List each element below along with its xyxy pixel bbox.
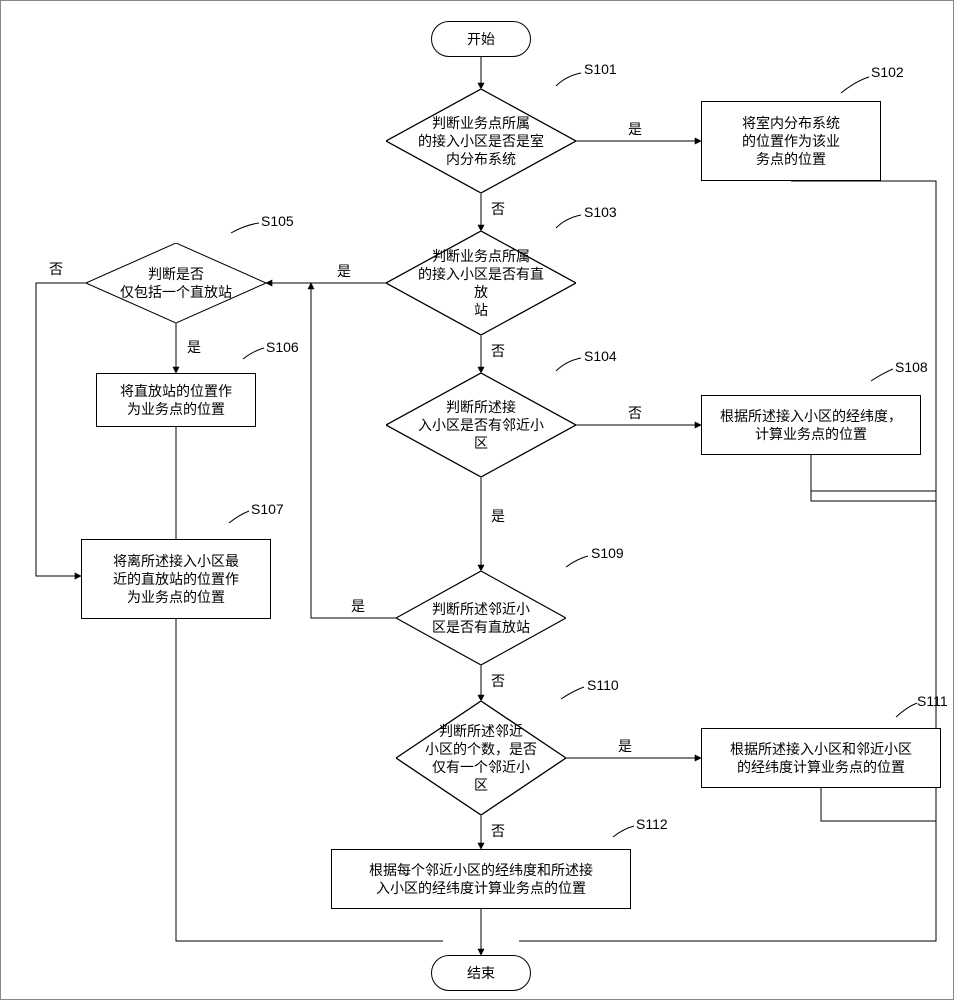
edge-no-s104: 否	[628, 403, 642, 423]
edge-yes-s105: 是	[187, 337, 201, 357]
start-terminal: 开始	[431, 21, 531, 57]
process-s102: 将室内分布系统 的位置作为该业 务点的位置	[701, 101, 881, 181]
process-s106-text: 将直放站的位置作 为业务点的位置	[120, 382, 232, 418]
decision-s109: 判断所述邻近小 区是否有直放站	[396, 571, 566, 665]
decision-s105: 判断是否 仅包括一个直放站	[86, 243, 266, 323]
edge-yes-s103: 是	[337, 261, 351, 281]
step-label-s112: S112	[636, 816, 668, 832]
decision-s101: 判断业务点所属 的接入小区是否是室 内分布系统	[386, 89, 576, 193]
step-label-s103: S103	[584, 204, 617, 220]
flowchart-canvas: 开始 判断业务点所属 的接入小区是否是室 内分布系统 S101 是 否 将室内分…	[0, 0, 954, 1000]
decision-s104-text: 判断所述接 入小区是否有邻近小区	[386, 392, 576, 459]
process-s112-text: 根据每个邻近小区的经纬度和所述接 入小区的经纬度计算业务点的位置	[369, 861, 593, 897]
edge-yes-s110: 是	[618, 736, 632, 756]
edge-no-s105: 否	[49, 259, 63, 279]
step-label-s104: S104	[584, 348, 617, 364]
edge-yes-s104: 是	[491, 506, 505, 526]
decision-s103: 判断业务点所属 的接入小区是否有直放 站	[386, 231, 576, 335]
step-label-s108: S108	[895, 359, 928, 375]
decision-s110-text: 判断所述邻近 小区的个数，是否 仅有一个邻近小 区	[399, 716, 563, 801]
step-label-s110: S110	[587, 677, 619, 693]
decision-s105-text: 判断是否 仅包括一个直放站	[94, 259, 258, 307]
decision-s104: 判断所述接 入小区是否有邻近小区	[386, 373, 576, 477]
decision-s109-text: 判断所述邻近小 区是否有直放站	[406, 594, 556, 642]
end-label: 结束	[467, 964, 495, 982]
step-label-s101: S101	[584, 61, 617, 77]
step-label-s105: S105	[261, 213, 294, 229]
end-terminal: 结束	[431, 955, 531, 991]
edge-no-s103: 否	[491, 341, 505, 361]
step-label-s107: S107	[251, 501, 284, 517]
decision-s103-text: 判断业务点所属 的接入小区是否有直放 站	[386, 241, 576, 326]
process-s102-text: 将室内分布系统 的位置作为该业 务点的位置	[742, 114, 840, 169]
process-s111-text: 根据所述接入小区和邻近小区 的经纬度计算业务点的位置	[730, 740, 912, 776]
step-label-s106: S106	[266, 339, 299, 355]
process-s106: 将直放站的位置作 为业务点的位置	[96, 373, 256, 427]
decision-s110: 判断所述邻近 小区的个数，是否 仅有一个邻近小 区	[396, 701, 566, 815]
step-label-s111: S111	[917, 693, 948, 709]
start-label: 开始	[467, 30, 495, 48]
edge-yes-s101: 是	[628, 119, 642, 139]
process-s107-text: 将离所述接入小区最 近的直放站的位置作 为业务点的位置	[113, 552, 239, 607]
process-s108: 根据所述接入小区的经纬度， 计算业务点的位置	[701, 395, 921, 455]
edge-yes-s109: 是	[351, 596, 365, 616]
step-label-s102: S102	[871, 64, 904, 80]
edge-no-s110: 否	[491, 821, 505, 841]
edge-no-s101: 否	[491, 199, 505, 219]
process-s111: 根据所述接入小区和邻近小区 的经纬度计算业务点的位置	[701, 728, 941, 788]
step-label-s109: S109	[591, 545, 624, 561]
edge-no-s109: 否	[491, 671, 505, 691]
process-s112: 根据每个邻近小区的经纬度和所述接 入小区的经纬度计算业务点的位置	[331, 849, 631, 909]
process-s107: 将离所述接入小区最 近的直放站的位置作 为业务点的位置	[81, 539, 271, 619]
decision-s101-text: 判断业务点所属 的接入小区是否是室 内分布系统	[392, 108, 570, 175]
process-s108-text: 根据所述接入小区的经纬度， 计算业务点的位置	[720, 407, 902, 443]
